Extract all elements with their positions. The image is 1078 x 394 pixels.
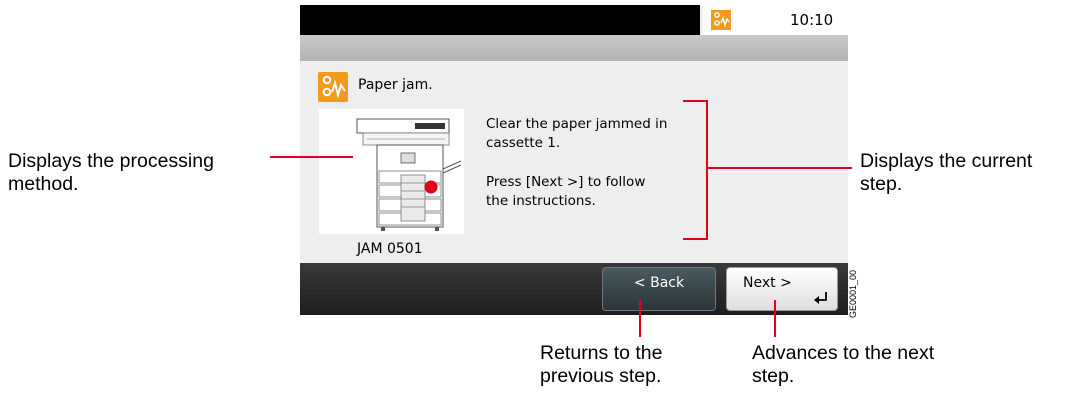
annotation-current-step: Displays the current step. <box>860 150 1033 195</box>
annotation-next: Advances to the next step. <box>752 342 935 387</box>
annotation-back: Returns to the previous step. <box>540 342 663 387</box>
figure-code: GE0001_00 <box>848 269 858 318</box>
callout-lines <box>270 100 852 337</box>
callout-bracket-step <box>683 100 708 240</box>
annotation-processing-method: Displays the processing method. <box>8 150 214 195</box>
